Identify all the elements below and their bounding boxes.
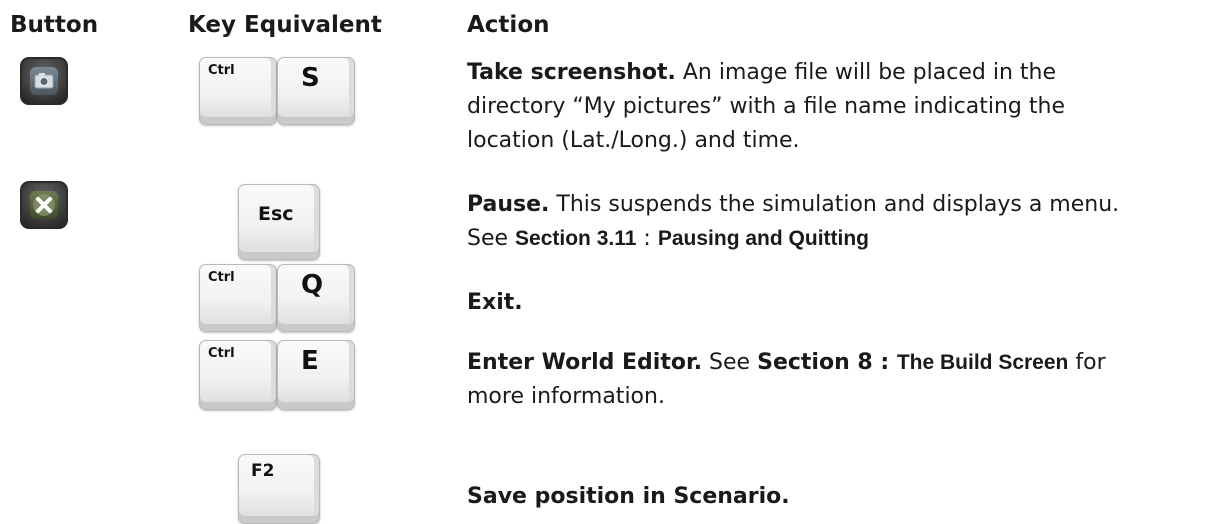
action-take-screenshot: Take screenshot. An image file will be p… <box>467 56 1197 158</box>
key-ctrl: Ctrl <box>199 57 277 125</box>
action-title: Enter World Editor. <box>467 350 703 375</box>
close-icon <box>30 191 58 219</box>
key-esc: Esc <box>238 184 320 260</box>
key-ctrl: Ctrl <box>199 340 277 410</box>
header-key-equivalent: Key Equivalent <box>188 12 382 38</box>
action-save-position: Save position in Scenario. <box>467 480 790 514</box>
key-label: Ctrl <box>208 346 235 361</box>
action-title: Save position in Scenario. <box>467 484 790 509</box>
action-title: Take screenshot. <box>467 60 676 85</box>
action-title: Pause. <box>467 192 550 217</box>
key-ctrl: Ctrl <box>199 264 277 332</box>
header-button: Button <box>10 12 99 38</box>
section-title: Pausing and Quitting <box>657 227 870 250</box>
action-text: : <box>636 226 658 251</box>
key-q: Q <box>277 264 355 332</box>
action-text: more information. <box>467 384 665 409</box>
action-pause: Pause. This suspends the simulation and … <box>467 188 1207 256</box>
action-text: This suspends the simulation and display… <box>549 192 1120 217</box>
action-text: See <box>702 350 758 375</box>
key-label: Q <box>301 270 324 300</box>
section-ref: Section 8 <box>757 350 873 375</box>
key-label: E <box>301 346 319 376</box>
key-e: E <box>277 340 355 410</box>
camera-icon <box>30 67 58 95</box>
key-label: Ctrl <box>208 270 235 285</box>
action-text: An image file will be placed in the <box>675 60 1056 85</box>
header-action: Action <box>467 12 550 38</box>
key-s: S <box>277 57 355 125</box>
action-exit: Exit. <box>467 286 523 320</box>
key-label: Ctrl <box>208 63 235 78</box>
key-label: F2 <box>251 461 275 481</box>
action-world-editor: Enter World Editor. See Section 8 : The … <box>467 346 1207 414</box>
action-text: for <box>1068 350 1106 375</box>
key-label: S <box>301 63 320 93</box>
section-title: The Build Screen <box>896 351 1069 374</box>
action-text: location (Lat./Long.) and time. <box>467 128 800 153</box>
section-ref: Section 3.11 <box>515 227 637 250</box>
screenshot-button[interactable] <box>20 57 68 105</box>
key-f2: F2 <box>238 454 320 524</box>
action-text: See <box>467 226 516 251</box>
action-text: directory “My pictures” with a file name… <box>467 94 1065 119</box>
action-text: : <box>872 350 897 375</box>
key-label: Esc <box>258 203 294 225</box>
pause-button[interactable] <box>20 181 68 229</box>
action-title: Exit. <box>467 290 523 315</box>
